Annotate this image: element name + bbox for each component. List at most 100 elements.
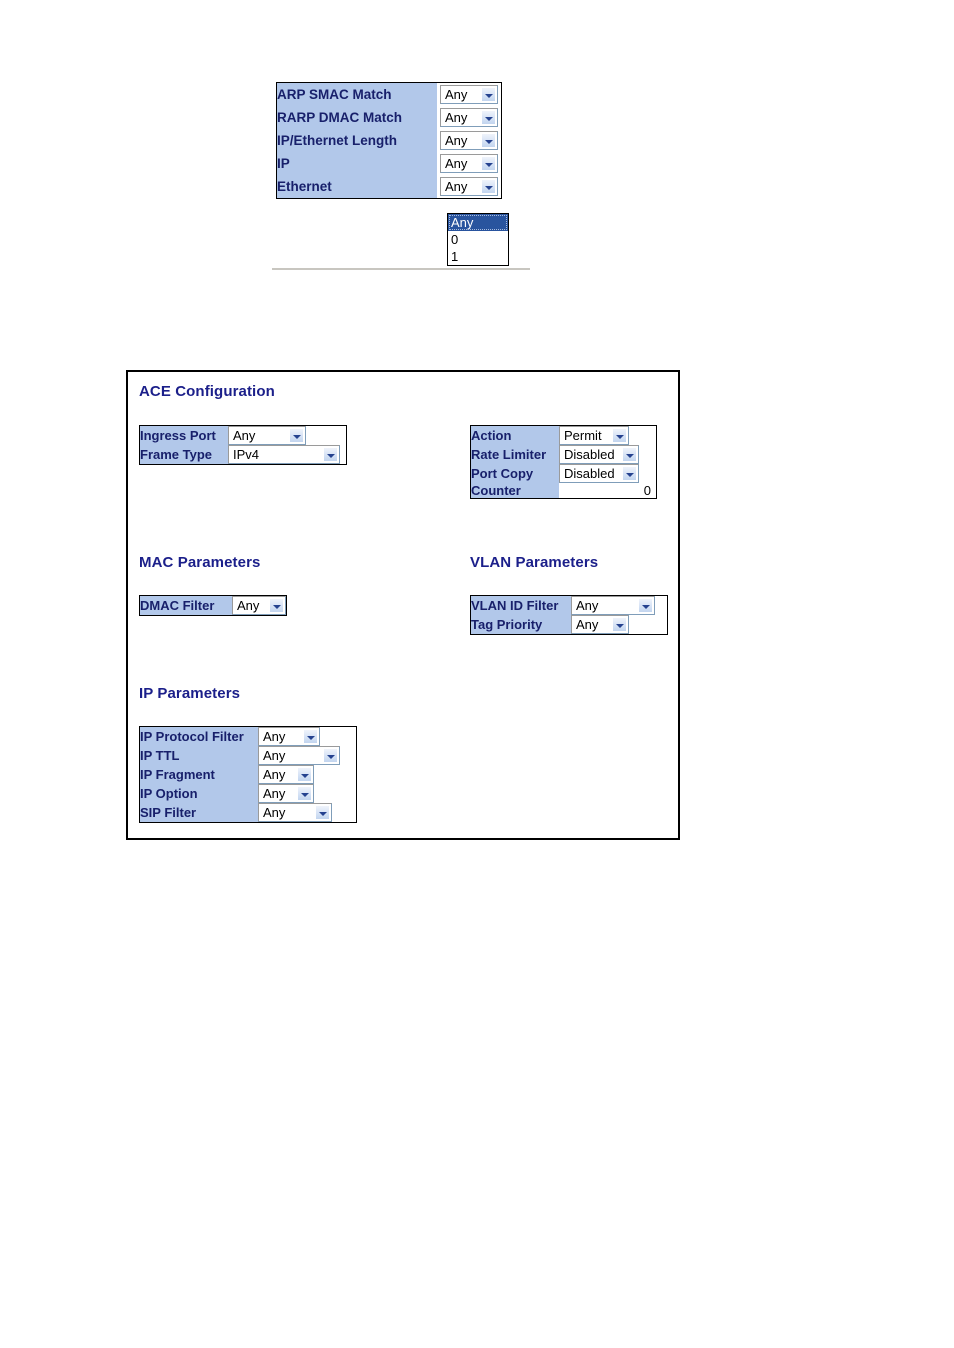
table-row: Counter 0 xyxy=(470,483,657,499)
row-value-ip-ttl: Any xyxy=(258,746,357,765)
table-row: Action Permit xyxy=(470,425,657,445)
chevron-down-icon[interactable] xyxy=(612,617,627,632)
counter-value: 0 xyxy=(559,483,657,499)
sip-filter-select[interactable]: Any xyxy=(258,803,332,822)
table-row: VLAN ID Filter Any xyxy=(470,595,668,615)
action-table: Action Permit Rate Limiter Disabled Port… xyxy=(470,425,657,499)
chevron-down-icon[interactable] xyxy=(323,748,338,763)
dropdown-option-any[interactable]: Any xyxy=(448,214,508,231)
row-label-ip-fragment: IP Fragment xyxy=(139,765,258,784)
ip-select[interactable]: Any xyxy=(440,154,498,173)
mac-parameters-table: DMAC Filter Any xyxy=(139,595,287,616)
table-row: Ingress Port Any xyxy=(139,425,347,445)
table-row: SIP Filter Any xyxy=(139,803,357,823)
ace-configuration-panel: ACE Configuration Ingress Port Any Frame… xyxy=(126,370,680,840)
dropdown-option-0[interactable]: 0 xyxy=(448,231,508,248)
row-label-ip-ttl: IP TTL xyxy=(139,746,258,765)
chevron-down-icon[interactable] xyxy=(638,598,653,613)
vlan-parameters-table: VLAN ID Filter Any Tag Priority Any xyxy=(470,595,668,635)
frame-match-table: ARP SMAC Match Any RARP DMAC Match Any I… xyxy=(276,82,502,199)
chevron-down-icon[interactable] xyxy=(612,428,627,443)
row-label-tag-priority: Tag Priority xyxy=(470,615,571,635)
chevron-down-icon[interactable] xyxy=(297,767,312,782)
row-value-frame-type: IPv4 xyxy=(228,445,347,465)
table-row: ARP SMAC Match Any xyxy=(276,82,502,106)
row-label-rate-limiter: Rate Limiter xyxy=(470,445,559,464)
row-label-ip: IP xyxy=(276,152,437,175)
chevron-down-icon[interactable] xyxy=(481,179,496,194)
row-label-dmac-filter: DMAC Filter xyxy=(139,595,232,616)
chevron-down-icon[interactable] xyxy=(323,447,338,462)
ace-basic-table: Ingress Port Any Frame Type IPv4 xyxy=(139,425,347,465)
chevron-down-icon[interactable] xyxy=(481,133,496,148)
rarp-dmac-match-select[interactable]: Any xyxy=(440,108,498,127)
arp-smac-match-select[interactable]: Any xyxy=(440,85,498,104)
row-label-port-copy: Port Copy xyxy=(470,464,559,483)
chevron-down-icon[interactable] xyxy=(297,786,312,801)
vlan-parameters-heading: VLAN Parameters xyxy=(470,554,599,571)
ip-protocol-filter-select[interactable]: Any xyxy=(258,727,320,746)
row-label-ip-option: IP Option xyxy=(139,784,258,803)
row-value-ingress-port: Any xyxy=(228,425,347,445)
chevron-down-icon[interactable] xyxy=(622,466,637,481)
row-value-ethernet: Any xyxy=(437,175,502,199)
table-row: IP Fragment Any xyxy=(139,765,357,784)
row-value-dmac-filter: Any xyxy=(232,595,287,616)
row-label-arp-smac-match: ARP SMAC Match xyxy=(276,82,437,106)
row-value-sip-filter: Any xyxy=(258,803,357,823)
ethernet-dropdown-list[interactable]: Any 0 1 xyxy=(447,213,509,266)
row-label-ingress-port: Ingress Port xyxy=(139,425,228,445)
chevron-down-icon[interactable] xyxy=(289,428,304,443)
ip-ethernet-length-select[interactable]: Any xyxy=(440,131,498,150)
ethernet-select[interactable]: Any xyxy=(440,177,498,196)
row-label-ethernet: Ethernet xyxy=(276,175,437,199)
table-row: IP TTL Any xyxy=(139,746,357,765)
row-label-action: Action xyxy=(470,425,559,445)
chevron-down-icon[interactable] xyxy=(481,87,496,102)
page-title: ACE Configuration xyxy=(139,383,275,400)
table-row: IP Protocol Filter Any xyxy=(139,726,357,746)
chevron-down-icon[interactable] xyxy=(269,598,284,613)
row-value-action: Permit xyxy=(559,425,657,445)
table-row: Ethernet Any xyxy=(276,175,502,199)
row-value-rate-limiter: Disabled xyxy=(559,445,657,464)
table-row: Port Copy Disabled xyxy=(470,464,657,483)
row-value-ip-fragment: Any xyxy=(258,765,357,784)
table-row: Rate Limiter Disabled xyxy=(470,445,657,464)
table-row: IP Any xyxy=(276,152,502,175)
table-row: Frame Type IPv4 xyxy=(139,445,347,465)
tag-priority-select[interactable]: Any xyxy=(571,615,629,634)
ingress-port-select[interactable]: Any xyxy=(228,426,306,445)
row-label-rarp-dmac-match: RARP DMAC Match xyxy=(276,106,437,129)
action-select[interactable]: Permit xyxy=(559,426,629,445)
row-value-ip-ethernet-length: Any xyxy=(437,129,502,152)
frame-type-select[interactable]: IPv4 xyxy=(228,445,340,464)
chevron-down-icon[interactable] xyxy=(481,110,496,125)
vlan-id-filter-select[interactable]: Any xyxy=(571,596,655,615)
row-value-ip: Any xyxy=(437,152,502,175)
ip-ttl-select[interactable]: Any xyxy=(258,746,340,765)
dropdown-option-1[interactable]: 1 xyxy=(448,248,508,265)
horizontal-divider xyxy=(272,268,530,270)
ip-parameters-heading: IP Parameters xyxy=(139,685,241,702)
ip-fragment-select[interactable]: Any xyxy=(258,765,314,784)
row-value-ip-protocol-filter: Any xyxy=(258,726,357,746)
chevron-down-icon[interactable] xyxy=(622,447,637,462)
ip-parameters-table: IP Protocol Filter Any IP TTL Any IP Fra… xyxy=(139,726,357,823)
dmac-filter-select[interactable]: Any xyxy=(232,596,286,615)
port-copy-select[interactable]: Disabled xyxy=(559,464,639,483)
chevron-down-icon[interactable] xyxy=(481,156,496,171)
table-row: IP Option Any xyxy=(139,784,357,803)
chevron-down-icon[interactable] xyxy=(315,805,330,820)
rate-limiter-select[interactable]: Disabled xyxy=(559,445,639,464)
table-row: RARP DMAC Match Any xyxy=(276,106,502,129)
row-label-ip-ethernet-length: IP/Ethernet Length xyxy=(276,129,437,152)
table-row: Tag Priority Any xyxy=(470,615,668,635)
ip-option-select[interactable]: Any xyxy=(258,784,314,803)
row-value-rarp-dmac-match: Any xyxy=(437,106,502,129)
row-label-sip-filter: SIP Filter xyxy=(139,803,258,823)
row-value-tag-priority: Any xyxy=(571,615,668,635)
chevron-down-icon[interactable] xyxy=(303,729,318,744)
row-label-frame-type: Frame Type xyxy=(139,445,228,465)
row-value-vlan-id-filter: Any xyxy=(571,595,668,615)
